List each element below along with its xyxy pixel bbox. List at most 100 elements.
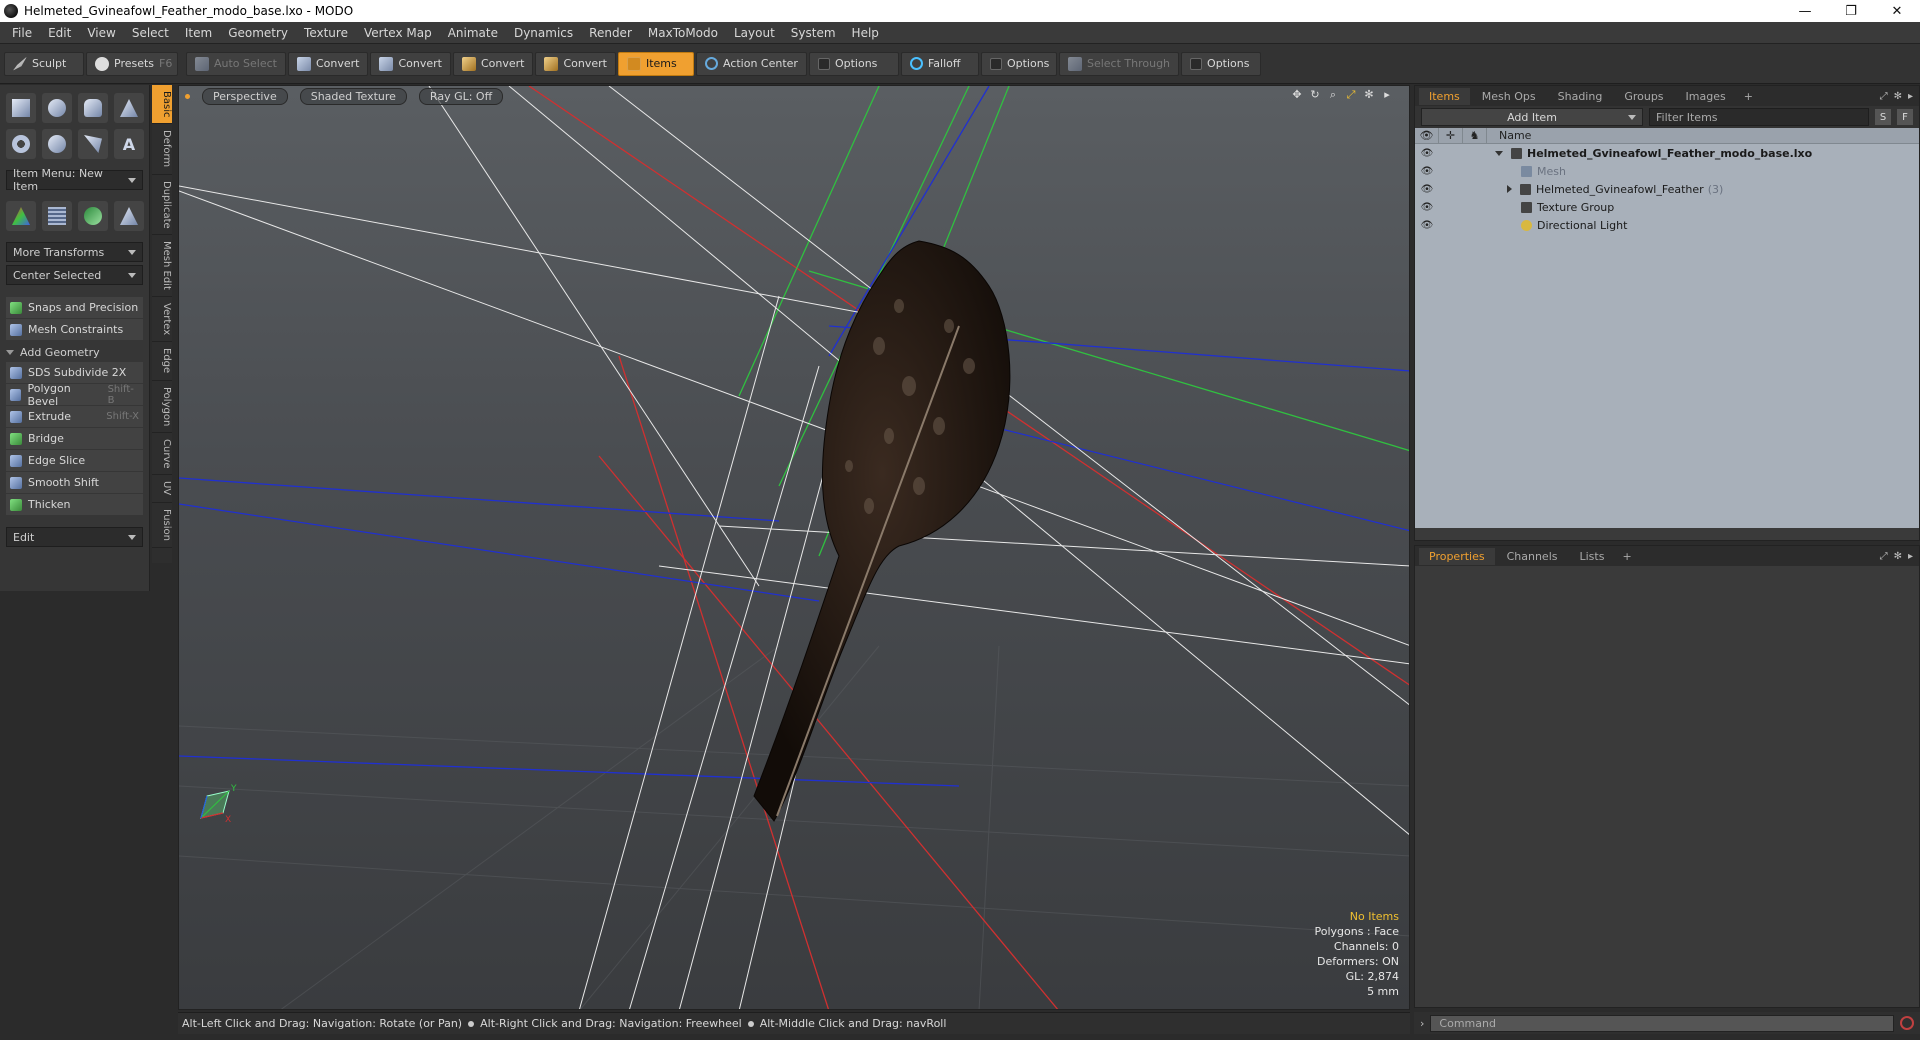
add-tab-icon[interactable]: +: [1616, 548, 1637, 565]
tree-row-texture-group[interactable]: 👁 Texture Group: [1415, 198, 1919, 216]
transform-tool[interactable]: [6, 201, 36, 231]
filter-f-button[interactable]: F: [1897, 109, 1913, 125]
tab-mesh-ops[interactable]: Mesh Ops: [1472, 88, 1546, 105]
close-button[interactable]: ✕: [1874, 0, 1920, 22]
tab-polygon[interactable]: Polygon: [152, 381, 172, 433]
convert-vertices-button[interactable]: Convert: [287, 51, 369, 76]
tab-duplicate[interactable]: Duplicate: [152, 175, 172, 236]
torus-tool[interactable]: [6, 129, 36, 159]
mesh-constraints-button[interactable]: Mesh Constraints: [6, 319, 143, 340]
eye-icon[interactable]: 👁: [1415, 184, 1439, 195]
zoom-icon[interactable]: ⌕: [1327, 89, 1339, 101]
tab-deform[interactable]: Deform: [152, 124, 172, 175]
convert-materials-button[interactable]: Convert: [535, 51, 616, 76]
tab-lists[interactable]: Lists: [1570, 548, 1615, 565]
tab-vertex[interactable]: Vertex: [152, 297, 172, 343]
tree-row-mesh[interactable]: 👁 Mesh: [1415, 162, 1919, 180]
menu-select[interactable]: Select: [124, 22, 177, 44]
tab-properties[interactable]: Properties: [1419, 547, 1495, 565]
action-center-options-button[interactable]: Options: [808, 51, 899, 76]
cylinder-tool[interactable]: [78, 93, 108, 123]
eye-icon[interactable]: 👁: [1415, 202, 1439, 213]
convert-edges-button[interactable]: Convert: [370, 51, 451, 76]
record-icon[interactable]: [1900, 1016, 1914, 1030]
tab-fusion[interactable]: Fusion: [152, 503, 172, 548]
render-column-icon[interactable]: ♞: [1463, 127, 1487, 144]
tab-channels[interactable]: Channels: [1497, 548, 1568, 565]
tab-images[interactable]: Images: [1676, 88, 1736, 105]
grid-tool[interactable]: [42, 201, 72, 231]
rotate-icon[interactable]: ↻: [1309, 89, 1321, 101]
eye-icon[interactable]: 👁: [1415, 220, 1439, 231]
tree-row-scene[interactable]: 👁 Helmeted_Gvineafowl_Feather_modo_base.…: [1415, 144, 1919, 162]
3d-viewport[interactable]: Y X Perspective Shaded Texture Ray GL: O…: [178, 85, 1410, 1010]
expand-arrow-icon[interactable]: [1495, 150, 1503, 156]
sphere-tool[interactable]: [42, 93, 72, 123]
menu-item[interactable]: Item: [177, 22, 220, 44]
falloff-options-button[interactable]: Options: [980, 51, 1057, 76]
polygon-bevel-button[interactable]: Polygon Bevel Shift-B: [6, 382, 143, 408]
select-through-options-button[interactable]: Options: [1181, 51, 1262, 76]
gear-icon[interactable]: ✻: [1363, 89, 1375, 101]
expand-icon[interactable]: ▸: [1381, 89, 1393, 101]
restore-button[interactable]: ❐: [1828, 0, 1874, 22]
add-tab-icon[interactable]: +: [1738, 88, 1759, 105]
eye-icon[interactable]: 👁: [1415, 148, 1439, 159]
tab-uv[interactable]: UV: [152, 475, 172, 503]
pen-tool[interactable]: [78, 129, 108, 159]
pan-icon[interactable]: ✥: [1291, 89, 1303, 101]
extrude-button[interactable]: Extrude Shift-X: [6, 406, 143, 427]
view-type-button[interactable]: Perspective: [202, 87, 288, 105]
expand-icon[interactable]: ▸: [1908, 551, 1913, 562]
expand-arrow-icon[interactable]: [1507, 185, 1512, 193]
shading-mode-button[interactable]: Shaded Texture: [299, 87, 407, 105]
action-center-button[interactable]: Action Center: [695, 51, 807, 76]
lock-column-icon[interactable]: ✛: [1439, 127, 1463, 144]
menu-view[interactable]: View: [79, 22, 123, 44]
menu-help[interactable]: Help: [844, 22, 887, 44]
eye-icon[interactable]: 👁: [1415, 166, 1439, 177]
minimize-button[interactable]: —: [1782, 0, 1828, 22]
menu-file[interactable]: File: [4, 22, 40, 44]
tree-row-feather[interactable]: 👁 Helmeted_Gvineafowl_Feather (3): [1415, 180, 1919, 198]
visibility-column-icon[interactable]: 👁: [1415, 127, 1439, 144]
globe-tool[interactable]: [78, 201, 108, 231]
viewport-menu-icon[interactable]: [185, 93, 190, 99]
smooth-shift-button[interactable]: Smooth Shift: [6, 472, 143, 493]
item-menu-dropdown[interactable]: Item Menu: New Item: [6, 167, 143, 193]
expand-icon[interactable]: ▸: [1908, 91, 1913, 102]
capsule-tool[interactable]: [42, 129, 72, 159]
maximize-icon[interactable]: ⤢: [1880, 551, 1888, 562]
menu-maxtomodo[interactable]: MaxToModo: [640, 22, 726, 44]
tab-mesh-edit[interactable]: Mesh Edit: [152, 235, 172, 298]
tree-row-directional-light[interactable]: 👁 Directional Light: [1415, 216, 1919, 234]
menu-layout[interactable]: Layout: [726, 22, 783, 44]
gear-icon[interactable]: ✻: [1894, 551, 1902, 562]
more-transforms-dropdown[interactable]: More Transforms: [6, 242, 143, 262]
tab-basic[interactable]: Basic: [152, 85, 172, 125]
cone-tool[interactable]: [114, 93, 144, 123]
tab-shading[interactable]: Shading: [1548, 88, 1613, 105]
fit-icon[interactable]: ⤢: [1345, 89, 1357, 101]
falloff-button[interactable]: Falloff: [900, 51, 979, 76]
menu-edit[interactable]: Edit: [40, 22, 79, 44]
menu-geometry[interactable]: Geometry: [220, 22, 296, 44]
add-geometry-section[interactable]: Add Geometry: [6, 343, 143, 361]
tab-items[interactable]: Items: [1419, 87, 1470, 105]
items-mode-button[interactable]: Items: [617, 51, 694, 76]
thicken-button[interactable]: Thicken: [6, 494, 143, 515]
convert-polygons-button[interactable]: Convert: [452, 51, 534, 76]
bridge-button[interactable]: Bridge: [6, 428, 143, 449]
tab-edge[interactable]: Edge: [152, 342, 172, 381]
menu-texture[interactable]: Texture: [296, 22, 356, 44]
name-column-header[interactable]: Name: [1487, 129, 1531, 142]
command-input[interactable]: Command: [1430, 1014, 1894, 1032]
menu-render[interactable]: Render: [581, 22, 640, 44]
filter-items-input[interactable]: Filter Items: [1649, 108, 1869, 126]
add-item-button[interactable]: Add Item: [1421, 108, 1643, 126]
auto-select-button[interactable]: Auto Select: [186, 51, 286, 76]
gear-icon[interactable]: ✻: [1894, 91, 1902, 102]
snaps-precision-button[interactable]: Snaps and Precision: [6, 297, 143, 318]
sculpt-button[interactable]: Sculpt: [4, 51, 84, 76]
text-tool[interactable]: A: [114, 129, 144, 159]
